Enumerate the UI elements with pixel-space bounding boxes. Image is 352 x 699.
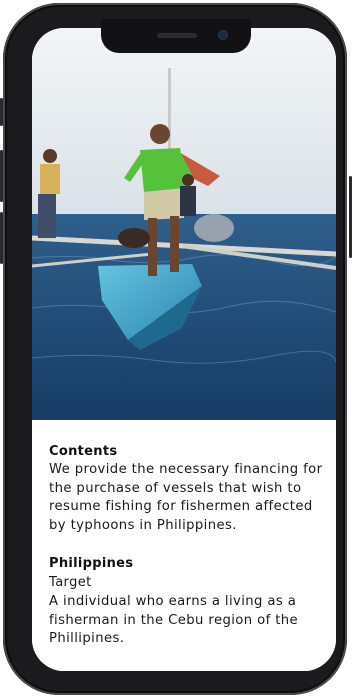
region-heading: Philippines xyxy=(49,556,134,571)
target-label: Target xyxy=(49,575,92,590)
mute-switch xyxy=(0,98,3,126)
earpiece-icon xyxy=(157,33,197,38)
front-camera-icon xyxy=(219,31,227,39)
info-card: Contents We provide the necessary financ… xyxy=(32,420,336,671)
phone-notch xyxy=(101,19,251,53)
target-description: A individual who earns a living as a fis… xyxy=(49,594,299,646)
fisherman-photo xyxy=(32,28,336,420)
volume-down-button xyxy=(0,212,3,264)
contents-heading: Contents xyxy=(49,444,118,459)
phone-screen: Contents We provide the necessary financ… xyxy=(32,28,336,671)
contents-description: We provide the necessary financing for t… xyxy=(49,462,323,533)
volume-up-button xyxy=(0,150,3,202)
